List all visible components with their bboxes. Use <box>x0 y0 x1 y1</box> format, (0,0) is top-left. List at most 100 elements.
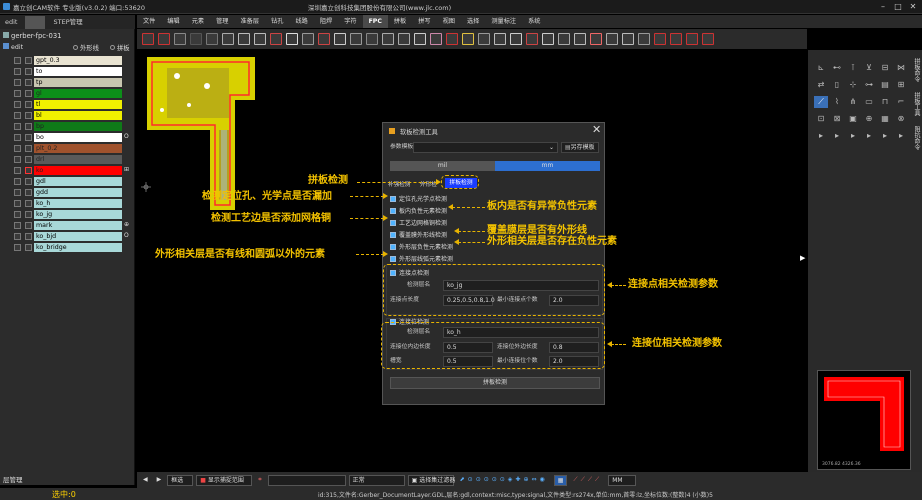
toolbar-button-27[interactable] <box>574 33 586 45</box>
panel-tool-icon-27[interactable]: ▸ <box>862 130 876 142</box>
menu-3[interactable]: 管理 <box>210 15 234 28</box>
layer-row-ko_jg[interactable]: ko_jg <box>0 209 135 220</box>
layer-affected-checkbox[interactable] <box>25 123 32 130</box>
layer-affected-checkbox[interactable] <box>25 200 32 207</box>
toolbar-button-18[interactable] <box>430 33 442 45</box>
layer-visible-checkbox[interactable] <box>14 101 21 108</box>
layer-visible-checkbox[interactable] <box>14 145 21 152</box>
panel-tool-icon-18[interactable]: ⊡ <box>814 113 828 125</box>
layer-affected-checkbox[interactable] <box>25 145 32 152</box>
panel-tool-icon-23[interactable]: ⊗ <box>894 113 908 125</box>
run-panel-check-button[interactable]: 拼板检测 <box>390 377 600 389</box>
layer-row-bo[interactable]: bo O <box>0 132 135 143</box>
unit-mil-button[interactable]: mil <box>390 161 495 171</box>
toolbar-button-14[interactable] <box>366 33 378 45</box>
unit-mm-button[interactable]: mm <box>495 161 600 171</box>
snap-toggle-button[interactable]: ■ 显示捕捉范围 <box>196 474 253 486</box>
layer-affected-checkbox[interactable] <box>25 68 32 75</box>
layer-row-gpt_0.3[interactable]: gpt_0.3 <box>0 55 135 66</box>
panel-tool-icon-5[interactable]: ⋈ <box>894 62 908 74</box>
toolbar-button-9[interactable] <box>286 33 298 45</box>
panel-tool-icon-10[interactable]: ▤ <box>878 79 892 91</box>
tab-step-manager[interactable]: STEP管理 <box>48 16 87 29</box>
layer-row-tp[interactable]: tp <box>0 77 135 88</box>
grid-icon[interactable]: ▦ <box>553 474 568 486</box>
layer-affected-checkbox[interactable] <box>25 90 32 97</box>
toolbar-button-29[interactable] <box>606 33 618 45</box>
panel-tool-icon-14[interactable]: ⋔ <box>846 96 860 108</box>
layer-affected-checkbox[interactable] <box>25 134 32 141</box>
toolbar-button-10[interactable] <box>302 33 314 45</box>
toolbar-button-0[interactable] <box>142 33 154 45</box>
unit-select[interactable]: MM <box>608 474 637 486</box>
layer-visible-checkbox[interactable] <box>14 90 21 97</box>
toolbar-button-8[interactable] <box>270 33 282 45</box>
menu-15[interactable]: 系统 <box>522 15 546 28</box>
toolbar-button-16[interactable] <box>398 33 410 45</box>
panel-tool-icon-26[interactable]: ▸ <box>846 130 860 142</box>
layer-affected-checkbox[interactable] <box>25 222 32 229</box>
panel-tool-icon-8[interactable]: ⊹ <box>846 79 860 91</box>
layer-affected-checkbox[interactable] <box>25 167 32 174</box>
panel-tool-icon-12[interactable]: ⟋ <box>814 96 828 108</box>
layer-visible-checkbox[interactable] <box>14 233 21 240</box>
snap-target-icon[interactable]: ⌗ <box>255 475 264 486</box>
layer-row-ko_h[interactable]: ko_h <box>0 198 135 209</box>
toolbar-button-6[interactable] <box>238 33 250 45</box>
tab-edit-box[interactable] <box>25 15 46 29</box>
layer-visible-checkbox[interactable] <box>14 79 21 86</box>
toolbar-button-2[interactable] <box>174 33 186 45</box>
menu-10[interactable]: 拼板 <box>388 15 412 28</box>
layer-row-gdl[interactable]: gdl <box>0 176 135 187</box>
layer-manager-tab[interactable]: 层管理 <box>3 474 23 484</box>
layer-visible-checkbox[interactable] <box>14 57 21 64</box>
layer-affected-checkbox[interactable] <box>25 244 32 251</box>
panel-tool-icon-16[interactable]: ⊓ <box>878 96 892 108</box>
layer-visible-checkbox[interactable] <box>14 200 21 207</box>
toolbar-button-22[interactable] <box>494 33 506 45</box>
menu-9[interactable]: FPC <box>362 15 388 28</box>
menu-8[interactable]: 字符 <box>338 15 362 28</box>
rp-tab-panel-tools[interactable]: 拼板工具 <box>911 92 921 116</box>
toolbar-button-11[interactable] <box>318 33 330 45</box>
panel-tool-icon-29[interactable]: ▸ <box>894 130 908 142</box>
toolbar-button-1[interactable] <box>158 33 170 45</box>
panel-tool-icon-25[interactable]: ▸ <box>830 130 844 142</box>
param-template-select[interactable]: ⌄ <box>413 142 558 153</box>
layer-row-bp[interactable]: bp <box>0 121 135 132</box>
layer-affected-checkbox[interactable] <box>25 211 32 218</box>
layer-visible-checkbox[interactable] <box>14 112 21 119</box>
layer-row-to[interactable]: to <box>0 66 135 77</box>
toolbar-button-4[interactable] <box>206 33 218 45</box>
panel-tool-icon-20[interactable]: ▣ <box>846 113 860 125</box>
panel-tool-icon-28[interactable]: ▸ <box>878 130 892 142</box>
panel-tool-icon-2[interactable]: ⊺ <box>846 62 860 74</box>
panel-tool-icon-4[interactable]: ⊟ <box>878 62 892 74</box>
menu-5[interactable]: 钻孔 <box>265 15 289 28</box>
layer-row-ko_bjd[interactable]: ko_bjd O <box>0 231 135 242</box>
toolbar-button-12[interactable] <box>334 33 346 45</box>
menu-13[interactable]: 选择 <box>461 15 485 28</box>
save-template-button[interactable]: ▤另存模板 <box>561 142 599 153</box>
panel-tool-icon-6[interactable]: ⇄ <box>814 79 828 91</box>
toolbar-button-26[interactable] <box>558 33 570 45</box>
panel-tool-icon-19[interactable]: ⊠ <box>830 113 844 125</box>
layer-affected-checkbox[interactable] <box>25 79 32 86</box>
layer-visible-checkbox[interactable] <box>14 156 21 163</box>
toolbar-button-23[interactable] <box>510 33 522 45</box>
select-mode[interactable]: 框选 <box>167 474 194 486</box>
layer-row-gl[interactable]: gl <box>0 88 135 99</box>
layer-visible-checkbox[interactable] <box>14 211 21 218</box>
panel-tool-icon-7[interactable]: ▯ <box>830 79 844 91</box>
line-mode-select[interactable]: 正常 <box>348 474 405 486</box>
layer-affected-checkbox[interactable] <box>25 57 32 64</box>
layer-row-drl[interactable]: drl <box>0 154 135 165</box>
layer-row-tl[interactable]: tl <box>0 99 135 110</box>
next-arrow-icon[interactable]: ▶ <box>154 475 165 486</box>
layer-affected-checkbox[interactable] <box>25 189 32 196</box>
menu-6[interactable]: 线路 <box>289 15 313 28</box>
toolbar-button-30[interactable] <box>622 33 634 45</box>
toolbar-button-25[interactable] <box>542 33 554 45</box>
layer-visible-checkbox[interactable] <box>14 189 21 196</box>
layer-affected-checkbox[interactable] <box>25 156 32 163</box>
